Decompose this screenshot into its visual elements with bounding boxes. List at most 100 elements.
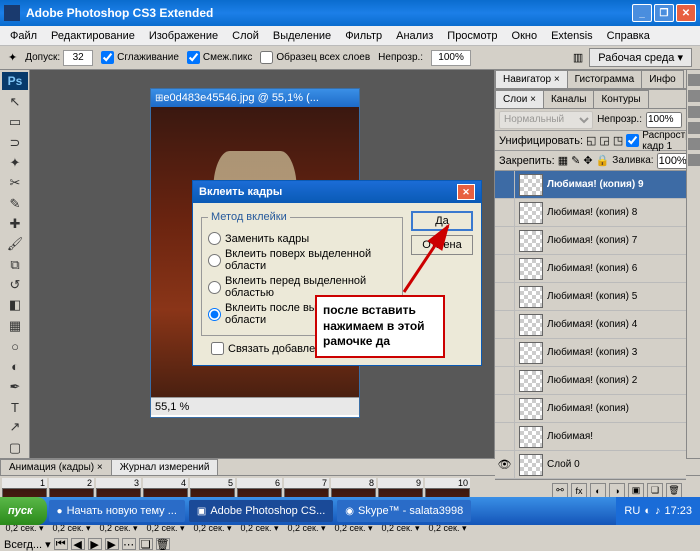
menu-image[interactable]: Изображение [143, 28, 224, 44]
path-tool[interactable]: ↗ [2, 418, 28, 436]
layer-row[interactable]: Любимая! (копия) 6 [495, 255, 686, 283]
workspace-button[interactable]: Рабочая среда ▾ [589, 48, 692, 67]
dodge-tool[interactable]: ◐ [2, 357, 28, 375]
heal-tool[interactable]: ✚ [2, 215, 28, 233]
tab-measurement[interactable]: Журнал измерений [111, 459, 219, 475]
opacity-input[interactable] [431, 50, 471, 66]
brush-panel-icon[interactable]: ▥ [573, 51, 583, 64]
delete-frame-icon[interactable]: 🗑 [156, 538, 170, 550]
visibility-icon[interactable] [495, 395, 515, 422]
wand-tool[interactable]: ✦ [2, 154, 28, 172]
crop-tool[interactable]: ✂ [2, 174, 28, 192]
tab-paths[interactable]: Контуры [593, 90, 648, 108]
tab-info[interactable]: Инфо [641, 70, 684, 88]
unify-icon[interactable]: ◳ [613, 134, 623, 147]
lock-all-icon[interactable]: 🔒 [596, 154, 610, 167]
visibility-icon[interactable] [495, 171, 515, 198]
menu-edit[interactable]: Редактирование [45, 28, 141, 44]
blur-tool[interactable]: ○ [2, 337, 28, 355]
dialog-close-icon[interactable]: ✕ [457, 184, 475, 200]
menu-window[interactable]: Окно [506, 28, 544, 44]
lock-paint-icon[interactable]: ✎ [571, 154, 580, 167]
tab-histogram[interactable]: Гистограмма [567, 70, 643, 88]
layer-row[interactable]: Любимая! (копия) 8 [495, 199, 686, 227]
lock-pixels-icon[interactable]: ▦ [558, 154, 568, 167]
visibility-icon[interactable] [495, 367, 515, 394]
layer-row[interactable]: Любимая! (копия) 3 [495, 339, 686, 367]
menu-analysis[interactable]: Анализ [390, 28, 439, 44]
layer-row[interactable]: 👁Слой 0 [495, 451, 686, 479]
eraser-tool[interactable]: ◧ [2, 296, 28, 314]
layer-row[interactable]: Любимая! (копия) 4 [495, 311, 686, 339]
dock-icon[interactable] [688, 122, 700, 134]
prev-frame-icon[interactable]: ◀ [71, 538, 85, 550]
tween-icon[interactable]: ⋯ [122, 538, 136, 550]
lang-indicator[interactable]: RU [624, 505, 640, 517]
lasso-tool[interactable]: ⊃ [2, 134, 28, 152]
dock-icon[interactable] [688, 154, 700, 166]
menu-view[interactable]: Просмотр [441, 28, 503, 44]
layer-row[interactable]: Любимая! (копия) 5 [495, 283, 686, 311]
tab-channels[interactable]: Каналы [543, 90, 595, 108]
dock-icon[interactable] [688, 74, 700, 86]
move-tool[interactable]: ↖ [2, 93, 28, 111]
visibility-icon[interactable]: 👁 [495, 451, 515, 478]
start-button[interactable]: пуск [0, 497, 47, 525]
gradient-tool[interactable]: ▦ [2, 317, 28, 335]
new-frame-icon[interactable]: ❏ [139, 538, 153, 550]
play-icon[interactable]: ▶ [88, 538, 102, 550]
tray-icon[interactable]: ◐ [644, 505, 651, 517]
visibility-icon[interactable] [495, 227, 515, 254]
task-browser[interactable]: ● Начать новую тему ... [49, 500, 185, 522]
layer-row[interactable]: Любимая! (копия) 7 [495, 227, 686, 255]
menu-help[interactable]: Справка [601, 28, 656, 44]
loop-select[interactable]: Всегд... ▾ [4, 538, 51, 551]
menu-extensis[interactable]: Extensis [545, 28, 599, 44]
tab-animation[interactable]: Анимация (кадры) × [0, 459, 112, 475]
layer-row[interactable]: Любимая! [495, 423, 686, 451]
propagate-check[interactable] [626, 134, 639, 147]
layer-row[interactable]: Любимая! (копия) [495, 395, 686, 423]
menu-filter[interactable]: Фильтр [339, 28, 388, 44]
unify-icon[interactable]: ◲ [599, 134, 609, 147]
dock-icon[interactable] [688, 138, 700, 150]
layer-row[interactable]: Любимая! (копия) 2 [495, 367, 686, 395]
visibility-icon[interactable] [495, 423, 515, 450]
tray-icon[interactable]: ♪ [655, 505, 661, 517]
tab-layers[interactable]: Слои × [495, 90, 544, 108]
system-tray[interactable]: RU ◐ ♪ 17:23 [616, 497, 700, 525]
dock-icon[interactable] [688, 106, 700, 118]
pen-tool[interactable]: ✒ [2, 378, 28, 396]
menu-select[interactable]: Выделение [267, 28, 337, 44]
clock[interactable]: 17:23 [664, 505, 692, 517]
stamp-tool[interactable]: ⧉ [2, 256, 28, 274]
close-button[interactable]: ✕ [676, 4, 696, 22]
unify-icon[interactable]: ◱ [586, 134, 596, 147]
maximize-button[interactable]: ❐ [654, 4, 674, 22]
menu-file[interactable]: Файл [4, 28, 43, 44]
brush-tool[interactable]: 🖌 [2, 235, 28, 253]
visibility-icon[interactable] [495, 283, 515, 310]
layer-row[interactable]: Любимая! (копия) 9 [495, 171, 686, 199]
minimize-button[interactable]: _ [632, 4, 652, 22]
dialog-title[interactable]: Вклеить кадры✕ [193, 181, 481, 203]
eyedropper-tool[interactable]: ✎ [2, 195, 28, 213]
document-title[interactable]: ⊞ e0d483e45546.jpg @ 55,1% (... [151, 89, 359, 107]
layer-opacity-input[interactable] [646, 112, 682, 128]
radio-replace[interactable]: Заменить кадры [208, 232, 396, 245]
tab-navigator[interactable]: Навигатор × [495, 70, 568, 88]
antialias-check[interactable]: Сглаживание [101, 51, 179, 64]
contiguous-check[interactable]: Смеж.пикс [187, 51, 253, 64]
task-skype[interactable]: ◉ Skype™ - salata3998 [337, 500, 471, 522]
layer-list[interactable]: Любимая! (копия) 9Любимая! (копия) 8Люби… [495, 171, 686, 479]
visibility-icon[interactable] [495, 199, 515, 226]
radio-over[interactable]: Вклеить поверх выделенной области [208, 248, 396, 272]
marquee-tool[interactable]: ▭ [2, 113, 28, 131]
task-photoshop[interactable]: ▣ Adobe Photoshop CS... [189, 500, 333, 522]
history-brush-tool[interactable]: ↺ [2, 276, 28, 294]
all-layers-check[interactable]: Образец всех слоев [260, 51, 370, 64]
menu-layer[interactable]: Слой [226, 28, 265, 44]
tolerance-input[interactable] [63, 50, 93, 66]
visibility-icon[interactable] [495, 255, 515, 282]
type-tool[interactable]: T [2, 398, 28, 416]
